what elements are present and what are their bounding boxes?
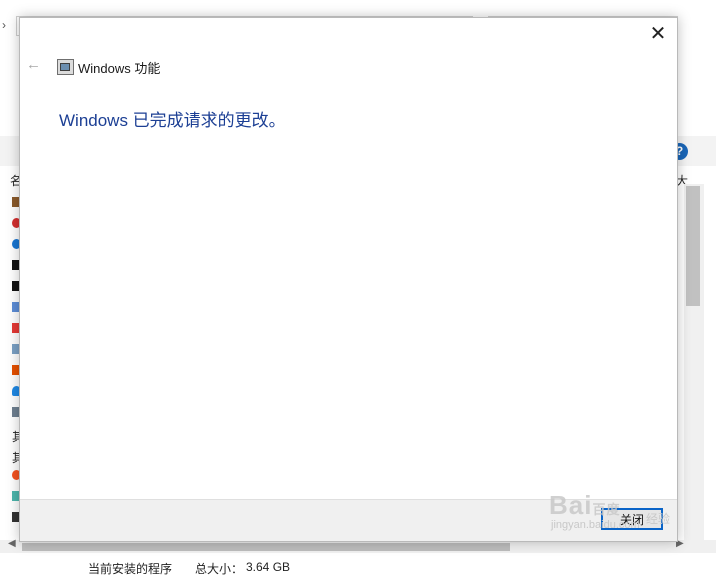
status-bar: 当前安装的程序 总大小： 3.64 GB	[0, 553, 716, 576]
dialog-title: Windows 功能	[78, 61, 161, 76]
horizontal-scrollbar-thumb[interactable]	[22, 543, 510, 551]
scroll-left-icon[interactable]: ◀	[8, 538, 16, 549]
watermark-url: jingyan.baidu.com	[551, 519, 640, 531]
status-size-value: 3.64 GB	[246, 560, 291, 574]
back-arrow-icon[interactable]: ←	[26, 56, 41, 73]
completion-message: Windows 已完成请求的更改。	[59, 111, 286, 130]
watermark-logo-tail: 百度	[592, 502, 621, 517]
close-icon[interactable]: ✕	[645, 22, 671, 46]
windows-features-icon	[57, 59, 74, 75]
watermark-logo: Bai百度	[549, 490, 621, 520]
vertical-scrollbar-thumb[interactable]	[686, 186, 700, 306]
windows-features-dialog: ✕ ← Windows 功能 Windows 已完成请求的更改。 关闭	[19, 17, 678, 542]
chevron-right-icon: ›	[2, 18, 6, 32]
watermark-inline-label: 经验	[646, 512, 671, 526]
baidu-watermark: Bai百度 jingyan.baidu.com	[549, 490, 640, 531]
